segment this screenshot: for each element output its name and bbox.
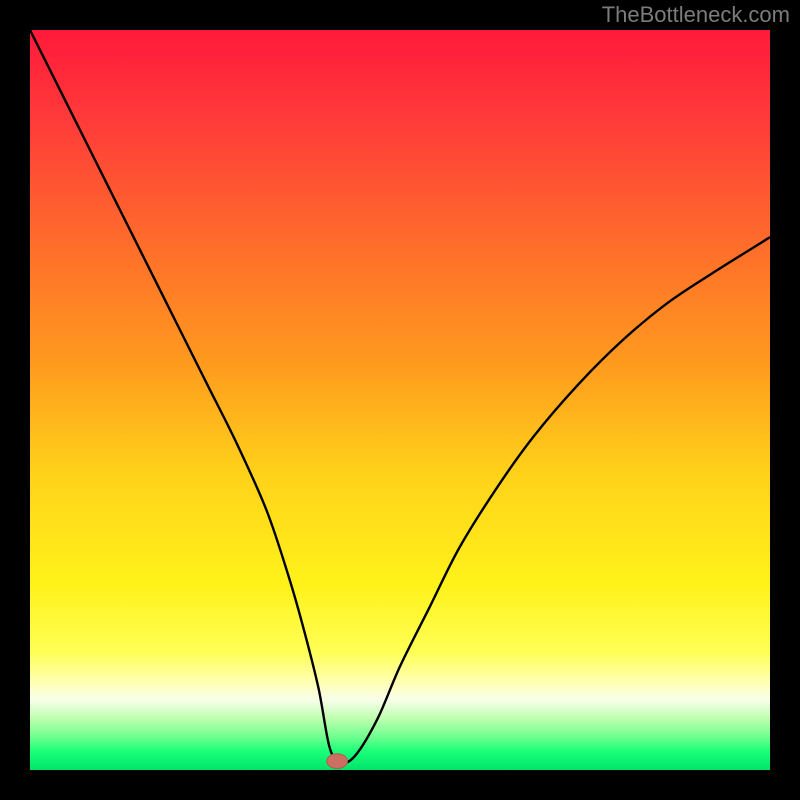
bottleneck-chart bbox=[30, 30, 770, 770]
gradient-background bbox=[30, 30, 770, 770]
optimum-marker bbox=[327, 754, 348, 769]
watermark-text: TheBottleneck.com bbox=[602, 2, 790, 28]
chart-frame: TheBottleneck.com bbox=[0, 0, 800, 800]
plot-area bbox=[30, 30, 770, 770]
